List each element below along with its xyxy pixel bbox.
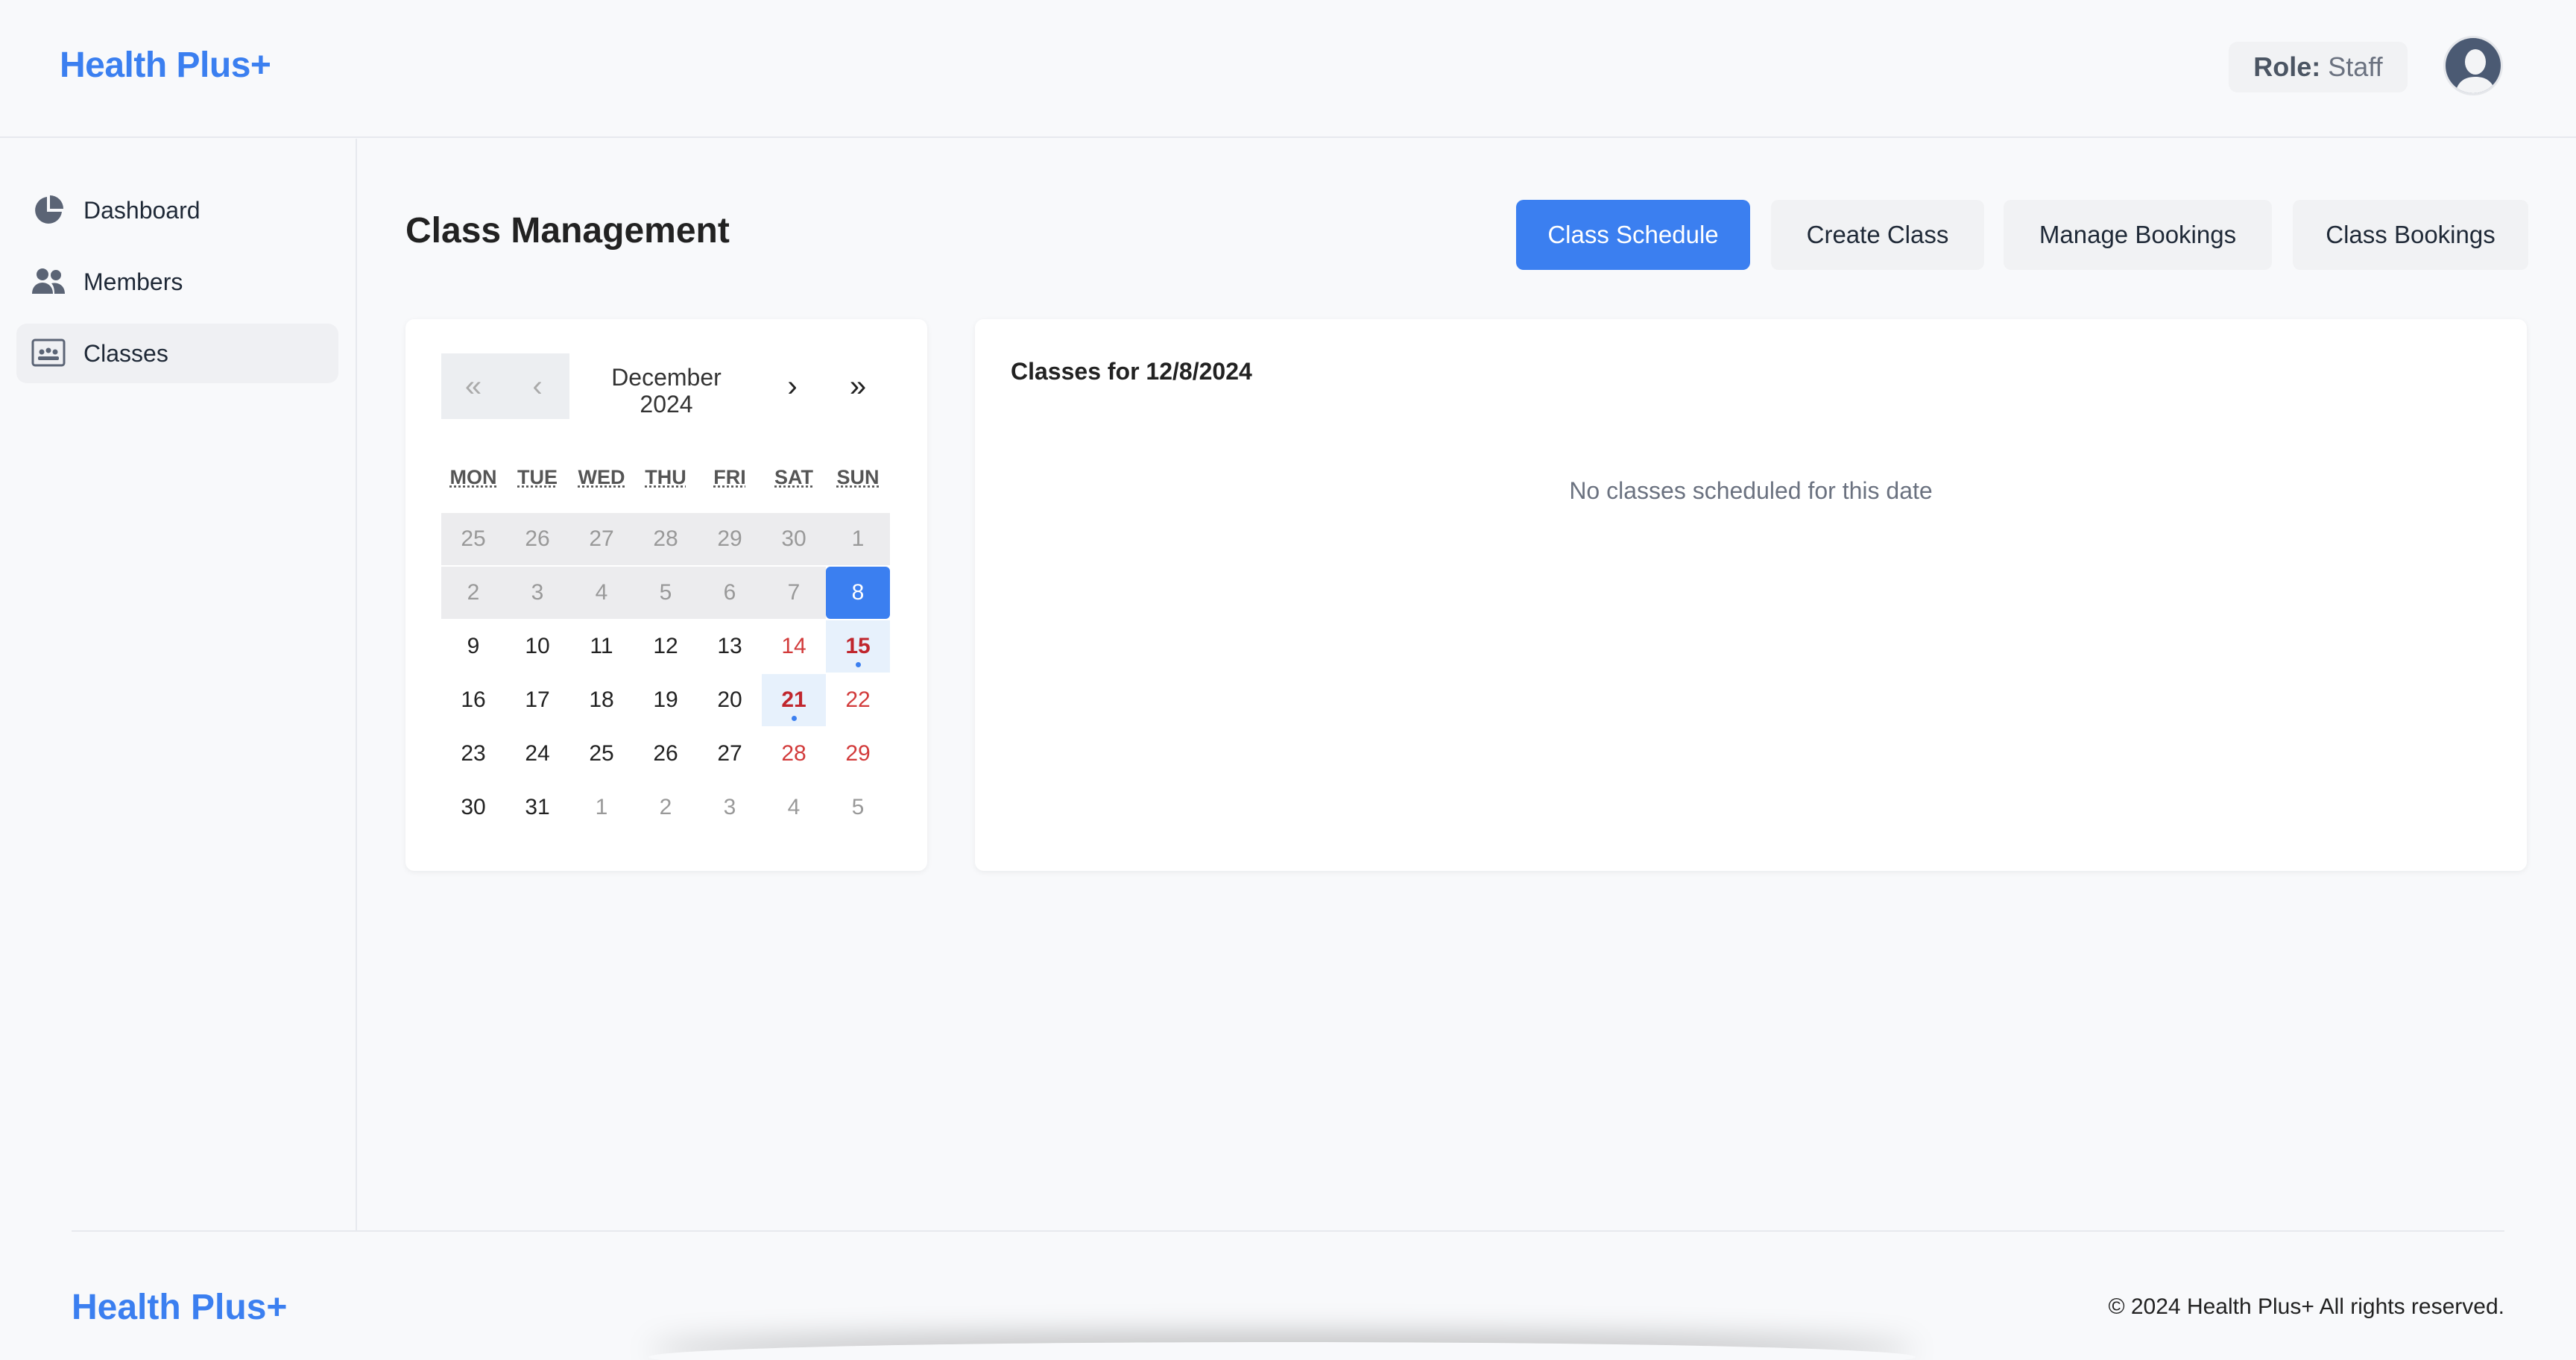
- calendar-day[interactable]: 12: [634, 620, 698, 673]
- classes-panel-title: Classes for 12/8/2024: [1011, 358, 1252, 385]
- calendar-month: December: [611, 364, 722, 391]
- classroom-icon: [31, 336, 66, 371]
- calendar-day[interactable]: 19: [634, 674, 698, 726]
- calendar-day[interactable]: 26: [505, 513, 569, 565]
- calendar-day[interactable]: 18: [569, 674, 634, 726]
- calendar-day[interactable]: 10: [505, 620, 569, 673]
- sidebar-item-classes[interactable]: Classes: [16, 324, 338, 383]
- calendar-day[interactable]: 4: [569, 567, 634, 619]
- calendar-year: 2024: [640, 391, 693, 418]
- calendar-day[interactable]: 1: [569, 781, 634, 834]
- calendar-day[interactable]: 27: [569, 513, 634, 565]
- empty-state-message: No classes scheduled for this date: [1569, 477, 1933, 504]
- next-year-button[interactable]: »: [826, 353, 890, 419]
- sidebar-item-label: Members: [83, 268, 183, 295]
- page-title: Class Management: [405, 211, 730, 251]
- calendar-day[interactable]: 28: [634, 513, 698, 565]
- calendar-day[interactable]: 2: [634, 781, 698, 834]
- calendar-day[interactable]: 13: [698, 620, 762, 673]
- prev-month-button[interactable]: ‹: [505, 353, 569, 419]
- class-indicator-dot: [856, 662, 861, 667]
- classes-panel: [975, 319, 2527, 871]
- bottom-shadow: [648, 1342, 1916, 1360]
- calendar-day[interactable]: 31: [505, 781, 569, 834]
- calendar-day[interactable]: 23: [441, 728, 505, 780]
- calendar-day[interactable]: 27: [698, 728, 762, 780]
- tab-class-bookings[interactable]: Class Bookings: [2293, 200, 2528, 270]
- calendar-day[interactable]: 30: [441, 781, 505, 834]
- weekday-header: MON: [449, 466, 497, 488]
- sidebar-item-members[interactable]: Members: [16, 252, 338, 312]
- tab-manage-bookings[interactable]: Manage Bookings: [2004, 200, 2272, 270]
- calendar-day-number: 15: [845, 634, 871, 658]
- calendar-day[interactable]: 16: [441, 674, 505, 726]
- weekday-header: SUN: [836, 466, 880, 488]
- sidebar-item-label: Classes: [83, 339, 168, 367]
- sidebar-item-dashboard[interactable]: Dashboard: [16, 180, 338, 240]
- calendar-day[interactable]: 2: [441, 567, 505, 619]
- calendar-day[interactable]: 3: [505, 567, 569, 619]
- calendar-day[interactable]: 20: [698, 674, 762, 726]
- sidebar-item-label: Dashboard: [83, 196, 201, 224]
- prev-year-button[interactable]: «: [441, 353, 505, 419]
- tab-class-schedule[interactable]: Class Schedule: [1516, 200, 1750, 270]
- weekday-header: TUE: [517, 466, 558, 488]
- calendar-day[interactable]: 1: [826, 513, 890, 565]
- class-indicator-dot: [792, 716, 797, 721]
- calendar-day[interactable]: 5: [634, 567, 698, 619]
- next-month-button[interactable]: ›: [760, 353, 824, 419]
- calendar-day[interactable]: 3: [698, 781, 762, 834]
- weekday-header: THU: [645, 466, 686, 488]
- footer-copyright: © 2024 Health Plus+ All rights reserved.: [2108, 1294, 2504, 1319]
- calendar-day[interactable]: 7: [762, 567, 826, 619]
- brand-logo[interactable]: Health Plus+: [60, 45, 271, 86]
- calendar-day[interactable]: 5: [826, 781, 890, 834]
- calendar-day[interactable]: 14: [762, 620, 826, 673]
- calendar-day[interactable]: 11: [569, 620, 634, 673]
- calendar-day[interactable]: 24: [505, 728, 569, 780]
- calendar-day[interactable]: 29: [698, 513, 762, 565]
- weekday-header: SAT: [774, 466, 813, 488]
- calendar-day[interactable]: 25: [569, 728, 634, 780]
- role-badge: Role: Staff: [2229, 42, 2408, 92]
- calendar-month-year[interactable]: December 2024: [575, 364, 757, 418]
- people-icon: [31, 265, 66, 299]
- calendar-day[interactable]: 22: [826, 674, 890, 726]
- footer-brand: Health Plus+: [72, 1288, 288, 1327]
- calendar-day[interactable]: 9: [441, 620, 505, 673]
- calendar-day[interactable]: 30: [762, 513, 826, 565]
- footer-divider: [72, 1230, 2504, 1232]
- calendar-day[interactable]: 25: [441, 513, 505, 565]
- calendar-day[interactable]: 29: [826, 728, 890, 780]
- calendar-day[interactable]: 4: [762, 781, 826, 834]
- calendar-day[interactable]: 26: [634, 728, 698, 780]
- calendar-day[interactable]: 17: [505, 674, 569, 726]
- calendar-day-number: 21: [781, 687, 806, 712]
- top-header: Health Plus+ Role: Staff: [0, 0, 2576, 138]
- user-avatar[interactable]: [2443, 36, 2503, 95]
- sidebar: Dashboard Members Classes: [0, 139, 357, 1232]
- calendar-day-with-class[interactable]: 21: [762, 674, 826, 726]
- tab-create-class[interactable]: Create Class: [1771, 200, 1984, 270]
- calendar-day[interactable]: 6: [698, 567, 762, 619]
- weekday-header: FRI: [713, 466, 746, 488]
- calendar-day-selected[interactable]: 8: [826, 567, 890, 619]
- pie-chart-icon: [31, 193, 66, 227]
- user-silhouette-icon: [2446, 38, 2501, 93]
- calendar-day[interactable]: 28: [762, 728, 826, 780]
- role-value: Staff: [2328, 51, 2383, 82]
- role-label: Role:: [2253, 51, 2321, 82]
- calendar-day-with-class[interactable]: 15: [826, 620, 890, 673]
- weekday-header: WED: [578, 466, 625, 488]
